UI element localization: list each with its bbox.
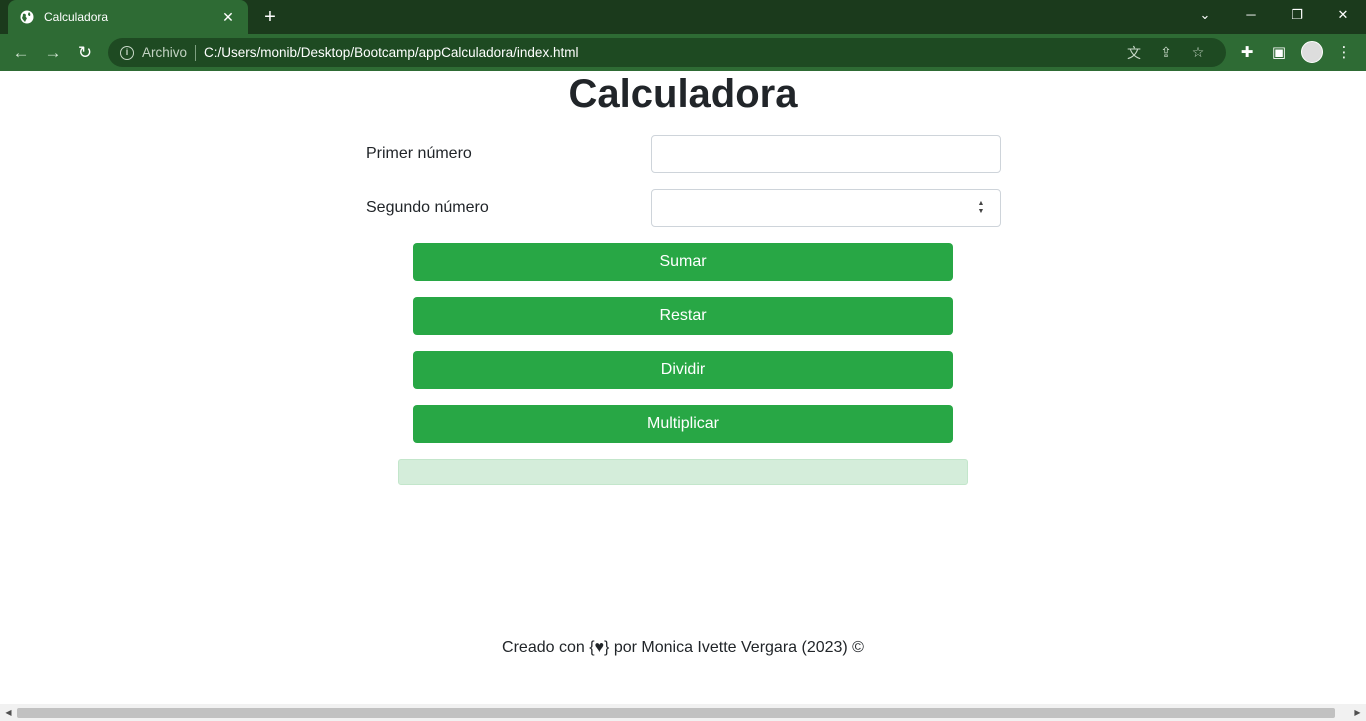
scroll-right-icon[interactable]: ▶ bbox=[1349, 704, 1366, 721]
browser-toolbar: ← → ↻ i Archivo C:/Users/monib/Desktop/B… bbox=[0, 34, 1366, 71]
minimize-button[interactable]: ─ bbox=[1228, 4, 1274, 26]
first-number-label: Primer número bbox=[366, 145, 472, 162]
forward-icon[interactable]: → bbox=[40, 40, 66, 66]
browser-tab[interactable]: Calculadora ✕ bbox=[8, 0, 248, 34]
divide-button[interactable]: Dividir bbox=[413, 351, 953, 389]
menu-icon[interactable]: ⋮ bbox=[1331, 40, 1357, 66]
url-scheme-label: Archivo bbox=[142, 45, 188, 60]
scrollbar-thumb[interactable] bbox=[17, 708, 1335, 718]
page-title: Calculadora bbox=[568, 72, 798, 116]
horizontal-scrollbar[interactable]: ◀ ▶ bbox=[0, 704, 1366, 721]
info-icon[interactable]: i bbox=[120, 45, 134, 60]
back-icon[interactable]: ← bbox=[8, 40, 34, 66]
new-tab-button[interactable]: + bbox=[258, 5, 282, 29]
tab-strip: Calculadora ✕ + ⌄ ─ ❐ ✕ bbox=[0, 0, 1366, 34]
restore-button[interactable]: ❐ bbox=[1274, 4, 1320, 26]
add-button[interactable]: Sumar bbox=[413, 243, 953, 281]
first-number-input[interactable] bbox=[651, 135, 1001, 173]
footer-credit: Creado con {♥} por Monica Ivette Vergara… bbox=[502, 639, 864, 656]
address-bar[interactable]: i Archivo C:/Users/monib/Desktop/Bootcam… bbox=[108, 38, 1226, 67]
multiply-button[interactable]: Multiplicar bbox=[413, 405, 953, 443]
extensions-icon[interactable]: ✚ bbox=[1234, 40, 1260, 66]
url-text[interactable]: C:/Users/monib/Desktop/Bootcamp/appCalcu… bbox=[204, 45, 1118, 60]
reload-icon[interactable]: ↻ bbox=[72, 40, 98, 66]
close-window-button[interactable]: ✕ bbox=[1320, 4, 1366, 26]
bookmark-star-icon[interactable]: ☆ bbox=[1182, 44, 1214, 61]
share-icon[interactable]: ⇪ bbox=[1150, 44, 1182, 61]
subtract-button[interactable]: Restar bbox=[413, 297, 953, 335]
profile-avatar[interactable] bbox=[1301, 41, 1323, 63]
second-number-label: Segundo número bbox=[366, 199, 489, 216]
number-spinner-icon[interactable]: ▲ ▼ bbox=[975, 200, 987, 216]
tab-search-icon[interactable]: ⌄ bbox=[1182, 4, 1228, 26]
second-number-input[interactable] bbox=[651, 189, 1001, 227]
close-tab-icon[interactable]: ✕ bbox=[220, 9, 236, 26]
url-divider bbox=[195, 44, 197, 61]
result-alert bbox=[398, 459, 968, 485]
tab-title: Calculadora bbox=[44, 10, 109, 24]
scroll-left-icon[interactable]: ◀ bbox=[0, 704, 17, 721]
translate-icon[interactable]: 文 bbox=[1118, 43, 1150, 63]
globe-icon bbox=[20, 10, 34, 24]
side-panel-icon[interactable]: ▣ bbox=[1266, 40, 1292, 66]
